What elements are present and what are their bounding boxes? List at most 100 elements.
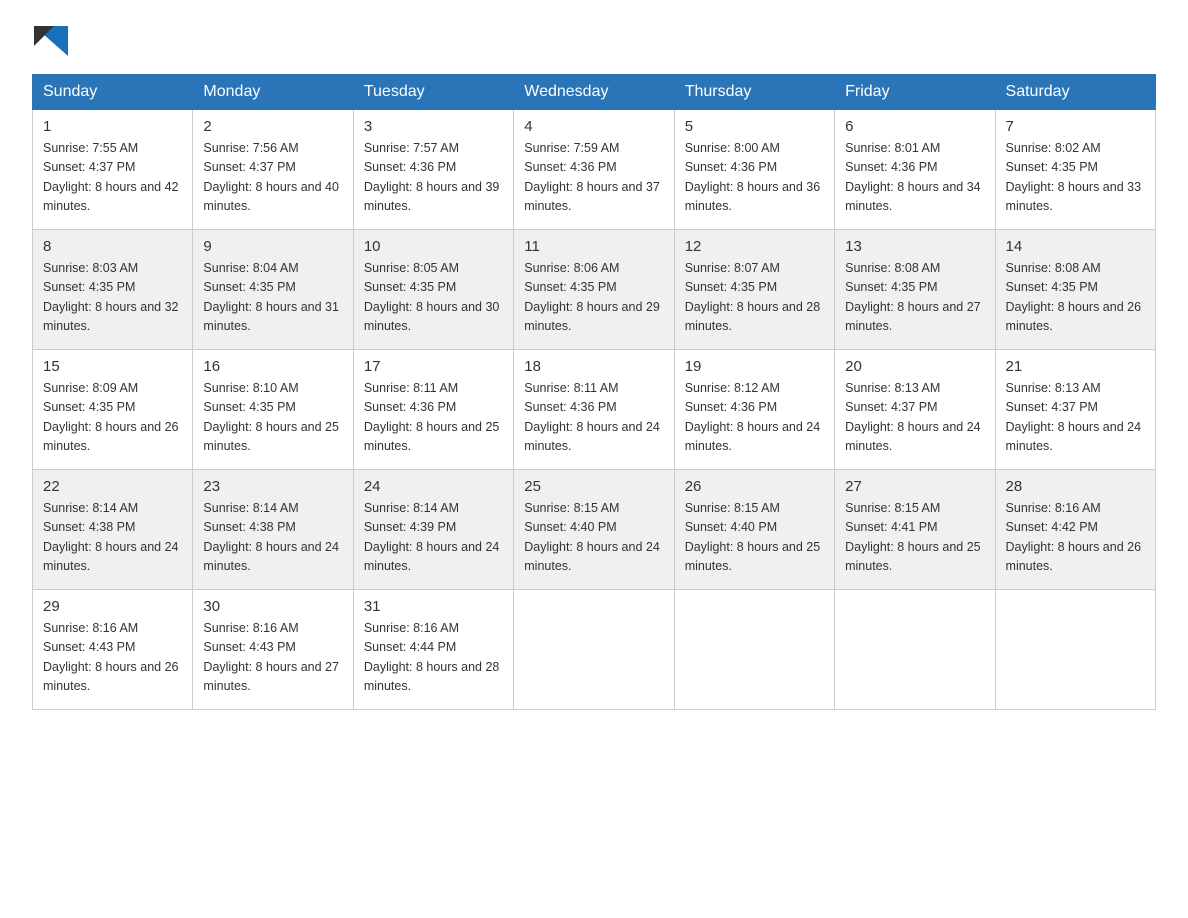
day-info: Sunrise: 8:16 AMSunset: 4:43 PMDaylight:… xyxy=(203,621,339,693)
day-number: 11 xyxy=(524,238,663,255)
day-info: Sunrise: 8:03 AMSunset: 4:35 PMDaylight:… xyxy=(43,261,179,333)
weekday-header-monday: Monday xyxy=(193,75,353,110)
day-number: 23 xyxy=(203,478,342,495)
day-info: Sunrise: 8:01 AMSunset: 4:36 PMDaylight:… xyxy=(845,141,981,213)
day-info: Sunrise: 8:13 AMSunset: 4:37 PMDaylight:… xyxy=(845,381,981,453)
weekday-header-sunday: Sunday xyxy=(33,75,193,110)
calendar-cell: 28 Sunrise: 8:16 AMSunset: 4:42 PMDayligh… xyxy=(995,470,1155,590)
logo xyxy=(32,24,70,56)
day-number: 2 xyxy=(203,118,342,135)
calendar-week-row: 22 Sunrise: 8:14 AMSunset: 4:38 PMDayligh… xyxy=(33,470,1156,590)
calendar-cell: 4 Sunrise: 7:59 AMSunset: 4:36 PMDaylight… xyxy=(514,110,674,230)
calendar-cell: 31Sunrise: 8:16 AMSunset: 4:44 PMDayligh… xyxy=(353,590,513,710)
day-info: Sunrise: 7:59 AMSunset: 4:36 PMDaylight:… xyxy=(524,141,660,213)
calendar-cell: 5 Sunrise: 8:00 AMSunset: 4:36 PMDaylight… xyxy=(674,110,834,230)
day-number: 22 xyxy=(43,478,182,495)
calendar-cell: 27Sunrise: 8:15 AMSunset: 4:41 PMDayligh… xyxy=(835,470,995,590)
day-info: Sunrise: 8:09 AMSunset: 4:35 PMDaylight:… xyxy=(43,381,179,453)
calendar-cell: 10 Sunrise: 8:05 AMSunset: 4:35 PMDayligh… xyxy=(353,230,513,350)
day-info: Sunrise: 8:05 AMSunset: 4:35 PMDaylight:… xyxy=(364,261,500,333)
calendar-week-row: 15 Sunrise: 8:09 AMSunset: 4:35 PMDayligh… xyxy=(33,350,1156,470)
day-info: Sunrise: 8:11 AMSunset: 4:36 PMDaylight:… xyxy=(524,381,660,453)
calendar-cell xyxy=(995,590,1155,710)
calendar-cell: 22 Sunrise: 8:14 AMSunset: 4:38 PMDayligh… xyxy=(33,470,193,590)
calendar-cell: 16 Sunrise: 8:10 AMSunset: 4:35 PMDayligh… xyxy=(193,350,353,470)
calendar-week-row: 1 Sunrise: 7:55 AMSunset: 4:37 PMDaylight… xyxy=(33,110,1156,230)
day-info: Sunrise: 8:16 AMSunset: 4:42 PMDaylight:… xyxy=(1006,501,1142,573)
day-number: 8 xyxy=(43,238,182,255)
calendar-cell: 14 Sunrise: 8:08 AMSunset: 4:35 PMDayligh… xyxy=(995,230,1155,350)
day-number: 15 xyxy=(43,358,182,375)
day-number: 19 xyxy=(685,358,824,375)
day-info: Sunrise: 8:08 AMSunset: 4:35 PMDaylight:… xyxy=(1006,261,1142,333)
day-number: 26 xyxy=(685,478,824,495)
day-number: 17 xyxy=(364,358,503,375)
calendar-cell: 11Sunrise: 8:06 AMSunset: 4:35 PMDayligh… xyxy=(514,230,674,350)
day-number: 7 xyxy=(1006,118,1145,135)
calendar-cell: 7 Sunrise: 8:02 AMSunset: 4:35 PMDaylight… xyxy=(995,110,1155,230)
day-info: Sunrise: 8:11 AMSunset: 4:36 PMDaylight:… xyxy=(364,381,500,453)
day-number: 28 xyxy=(1006,478,1145,495)
day-info: Sunrise: 8:16 AMSunset: 4:43 PMDaylight:… xyxy=(43,621,179,693)
day-info: Sunrise: 8:16 AMSunset: 4:44 PMDaylight:… xyxy=(364,621,500,693)
calendar-cell: 1 Sunrise: 7:55 AMSunset: 4:37 PMDaylight… xyxy=(33,110,193,230)
weekday-header-wednesday: Wednesday xyxy=(514,75,674,110)
calendar-cell: 8 Sunrise: 8:03 AMSunset: 4:35 PMDaylight… xyxy=(33,230,193,350)
day-number: 24 xyxy=(364,478,503,495)
day-number: 29 xyxy=(43,598,182,615)
day-info: Sunrise: 8:02 AMSunset: 4:35 PMDaylight:… xyxy=(1006,141,1142,213)
day-number: 18 xyxy=(524,358,663,375)
day-info: Sunrise: 8:04 AMSunset: 4:35 PMDaylight:… xyxy=(203,261,339,333)
calendar-cell: 21Sunrise: 8:13 AMSunset: 4:37 PMDayligh… xyxy=(995,350,1155,470)
day-number: 5 xyxy=(685,118,824,135)
day-info: Sunrise: 8:15 AMSunset: 4:40 PMDaylight:… xyxy=(685,501,821,573)
day-info: Sunrise: 8:14 AMSunset: 4:38 PMDaylight:… xyxy=(203,501,339,573)
calendar-week-row: 29 Sunrise: 8:16 AMSunset: 4:43 PMDayligh… xyxy=(33,590,1156,710)
calendar-cell: 15 Sunrise: 8:09 AMSunset: 4:35 PMDayligh… xyxy=(33,350,193,470)
weekday-header-friday: Friday xyxy=(835,75,995,110)
day-info: Sunrise: 8:14 AMSunset: 4:38 PMDaylight:… xyxy=(43,501,179,573)
calendar-cell: 9 Sunrise: 8:04 AMSunset: 4:35 PMDaylight… xyxy=(193,230,353,350)
day-number: 4 xyxy=(524,118,663,135)
calendar-cell: 13 Sunrise: 8:08 AMSunset: 4:35 PMDayligh… xyxy=(835,230,995,350)
calendar-cell xyxy=(835,590,995,710)
logo-icon xyxy=(34,26,68,56)
day-info: Sunrise: 8:10 AMSunset: 4:35 PMDaylight:… xyxy=(203,381,339,453)
calendar-cell xyxy=(674,590,834,710)
day-number: 25 xyxy=(524,478,663,495)
weekday-header-row: SundayMondayTuesdayWednesdayThursdayFrid… xyxy=(33,75,1156,110)
day-info: Sunrise: 8:07 AMSunset: 4:35 PMDaylight:… xyxy=(685,261,821,333)
day-info: Sunrise: 8:15 AMSunset: 4:41 PMDaylight:… xyxy=(845,501,981,573)
day-info: Sunrise: 7:56 AMSunset: 4:37 PMDaylight:… xyxy=(203,141,339,213)
day-info: Sunrise: 8:14 AMSunset: 4:39 PMDaylight:… xyxy=(364,501,500,573)
calendar-cell: 6 Sunrise: 8:01 AMSunset: 4:36 PMDaylight… xyxy=(835,110,995,230)
day-info: Sunrise: 7:57 AMSunset: 4:36 PMDaylight:… xyxy=(364,141,500,213)
day-number: 13 xyxy=(845,238,984,255)
day-number: 12 xyxy=(685,238,824,255)
day-info: Sunrise: 8:12 AMSunset: 4:36 PMDaylight:… xyxy=(685,381,821,453)
calendar-table: SundayMondayTuesdayWednesdayThursdayFrid… xyxy=(32,74,1156,710)
day-number: 3 xyxy=(364,118,503,135)
day-number: 9 xyxy=(203,238,342,255)
day-number: 20 xyxy=(845,358,984,375)
calendar-cell: 24 Sunrise: 8:14 AMSunset: 4:39 PMDayligh… xyxy=(353,470,513,590)
calendar-cell: 2 Sunrise: 7:56 AMSunset: 4:37 PMDaylight… xyxy=(193,110,353,230)
day-info: Sunrise: 8:00 AMSunset: 4:36 PMDaylight:… xyxy=(685,141,821,213)
calendar-cell: 25 Sunrise: 8:15 AMSunset: 4:40 PMDayligh… xyxy=(514,470,674,590)
day-info: Sunrise: 8:08 AMSunset: 4:35 PMDaylight:… xyxy=(845,261,981,333)
day-number: 14 xyxy=(1006,238,1145,255)
calendar-cell: 23 Sunrise: 8:14 AMSunset: 4:38 PMDayligh… xyxy=(193,470,353,590)
calendar-cell xyxy=(514,590,674,710)
day-number: 6 xyxy=(845,118,984,135)
weekday-header-thursday: Thursday xyxy=(674,75,834,110)
day-number: 10 xyxy=(364,238,503,255)
calendar-cell: 17 Sunrise: 8:11 AMSunset: 4:36 PMDayligh… xyxy=(353,350,513,470)
day-number: 1 xyxy=(43,118,182,135)
calendar-cell: 3 Sunrise: 7:57 AMSunset: 4:36 PMDaylight… xyxy=(353,110,513,230)
weekday-header-tuesday: Tuesday xyxy=(353,75,513,110)
day-number: 16 xyxy=(203,358,342,375)
page-header xyxy=(32,24,1156,56)
weekday-header-saturday: Saturday xyxy=(995,75,1155,110)
day-info: Sunrise: 7:55 AMSunset: 4:37 PMDaylight:… xyxy=(43,141,179,213)
day-info: Sunrise: 8:15 AMSunset: 4:40 PMDaylight:… xyxy=(524,501,660,573)
